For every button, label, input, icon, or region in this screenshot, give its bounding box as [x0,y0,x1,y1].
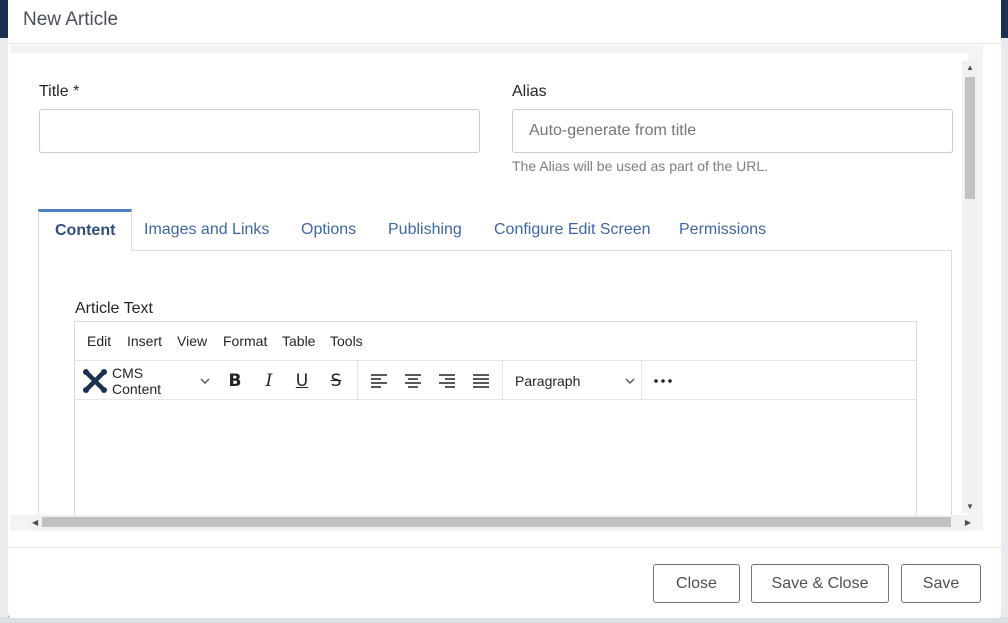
tab-images-and-links[interactable]: Images and Links [128,209,285,251]
align-center-button[interactable] [403,369,423,393]
modal-header: New Article [8,0,1001,44]
save-and-close-button[interactable]: Save & Close [751,564,889,603]
vertical-scrollbar[interactable]: ▲ ▼ [962,61,978,513]
alias-label: Alias [512,83,547,100]
close-button[interactable]: Close [653,564,740,603]
editor-content-area[interactable] [75,400,916,515]
editor-menubar: Edit Insert View Format Table Tools [75,322,916,361]
article-form: Title * Alias The Alias will be used as … [10,53,968,515]
rich-text-editor: Edit Insert View Format Table Tools CMS … [74,321,917,515]
toolbar-separator [357,361,358,400]
modal-title: New Article [23,9,119,30]
title-input[interactable] [39,109,480,153]
article-text-label: Article Text [75,300,153,317]
underline-button[interactable]: U [292,369,312,393]
strikethrough-button[interactable]: S [326,369,346,393]
alias-input[interactable] [512,109,953,153]
scroll-down-icon[interactable]: ▼ [966,502,974,511]
chevron-down-icon [200,377,210,385]
more-dots-icon [654,379,672,383]
tab-configure-edit-screen[interactable]: Configure Edit Screen [478,209,667,251]
title-label: Title * [39,83,80,100]
menu-format[interactable]: Format [223,333,267,349]
block-format-label: Paragraph [515,373,581,389]
justify-button[interactable] [471,369,491,393]
menu-edit[interactable]: Edit [87,333,111,349]
cms-content-dropdown[interactable]: CMS Content [82,365,210,397]
toolbar-separator [502,361,503,400]
new-article-modal: New Article Title * Alias The Alias will… [8,0,1001,618]
horizontal-scroll-thumb[interactable] [42,517,951,527]
align-justify-icon [473,374,489,388]
menu-view[interactable]: View [177,333,207,349]
cms-content-label: CMS Content [112,365,162,397]
chevron-down-icon [625,377,635,385]
menu-insert[interactable]: Insert [127,333,162,349]
modal-body: Title * Alias The Alias will be used as … [10,45,983,531]
align-center-icon [405,374,421,388]
alias-hint: The Alias will be used as part of the UR… [512,158,769,174]
tab-publishing[interactable]: Publishing [372,209,478,251]
background-left [0,0,8,623]
align-right-button[interactable] [437,369,457,393]
vertical-scroll-thumb[interactable] [965,77,975,199]
menu-table[interactable]: Table [282,333,315,349]
scroll-left-icon[interactable]: ◀ [32,518,38,527]
save-button[interactable]: Save [901,564,981,603]
scroll-up-icon[interactable]: ▲ [966,63,974,72]
tab-content[interactable]: Content [38,209,133,252]
tab-permissions[interactable]: Permissions [663,209,782,251]
horizontal-scrollbar[interactable]: ◀ ▶ [30,515,973,529]
toolbar-separator [641,361,642,400]
menu-tools[interactable]: Tools [330,333,363,349]
align-right-icon [439,374,455,388]
align-left-icon [371,374,387,388]
modal-footer: Close Save & Close Save [8,547,1001,618]
tab-options[interactable]: Options [285,209,372,251]
align-left-button[interactable] [369,369,389,393]
background-right [1000,0,1008,623]
more-options-button[interactable] [651,369,675,393]
scroll-right-icon[interactable]: ▶ [965,518,971,527]
block-format-dropdown[interactable]: Paragraph [515,369,635,393]
editor-toolbar: CMS Content B I U S Paragraph [75,361,916,400]
bold-button[interactable]: B [225,369,245,393]
italic-button[interactable]: I [259,369,279,393]
article-tabs: Content Images and Links Options Publish… [38,209,952,252]
joomla-icon [82,368,108,394]
